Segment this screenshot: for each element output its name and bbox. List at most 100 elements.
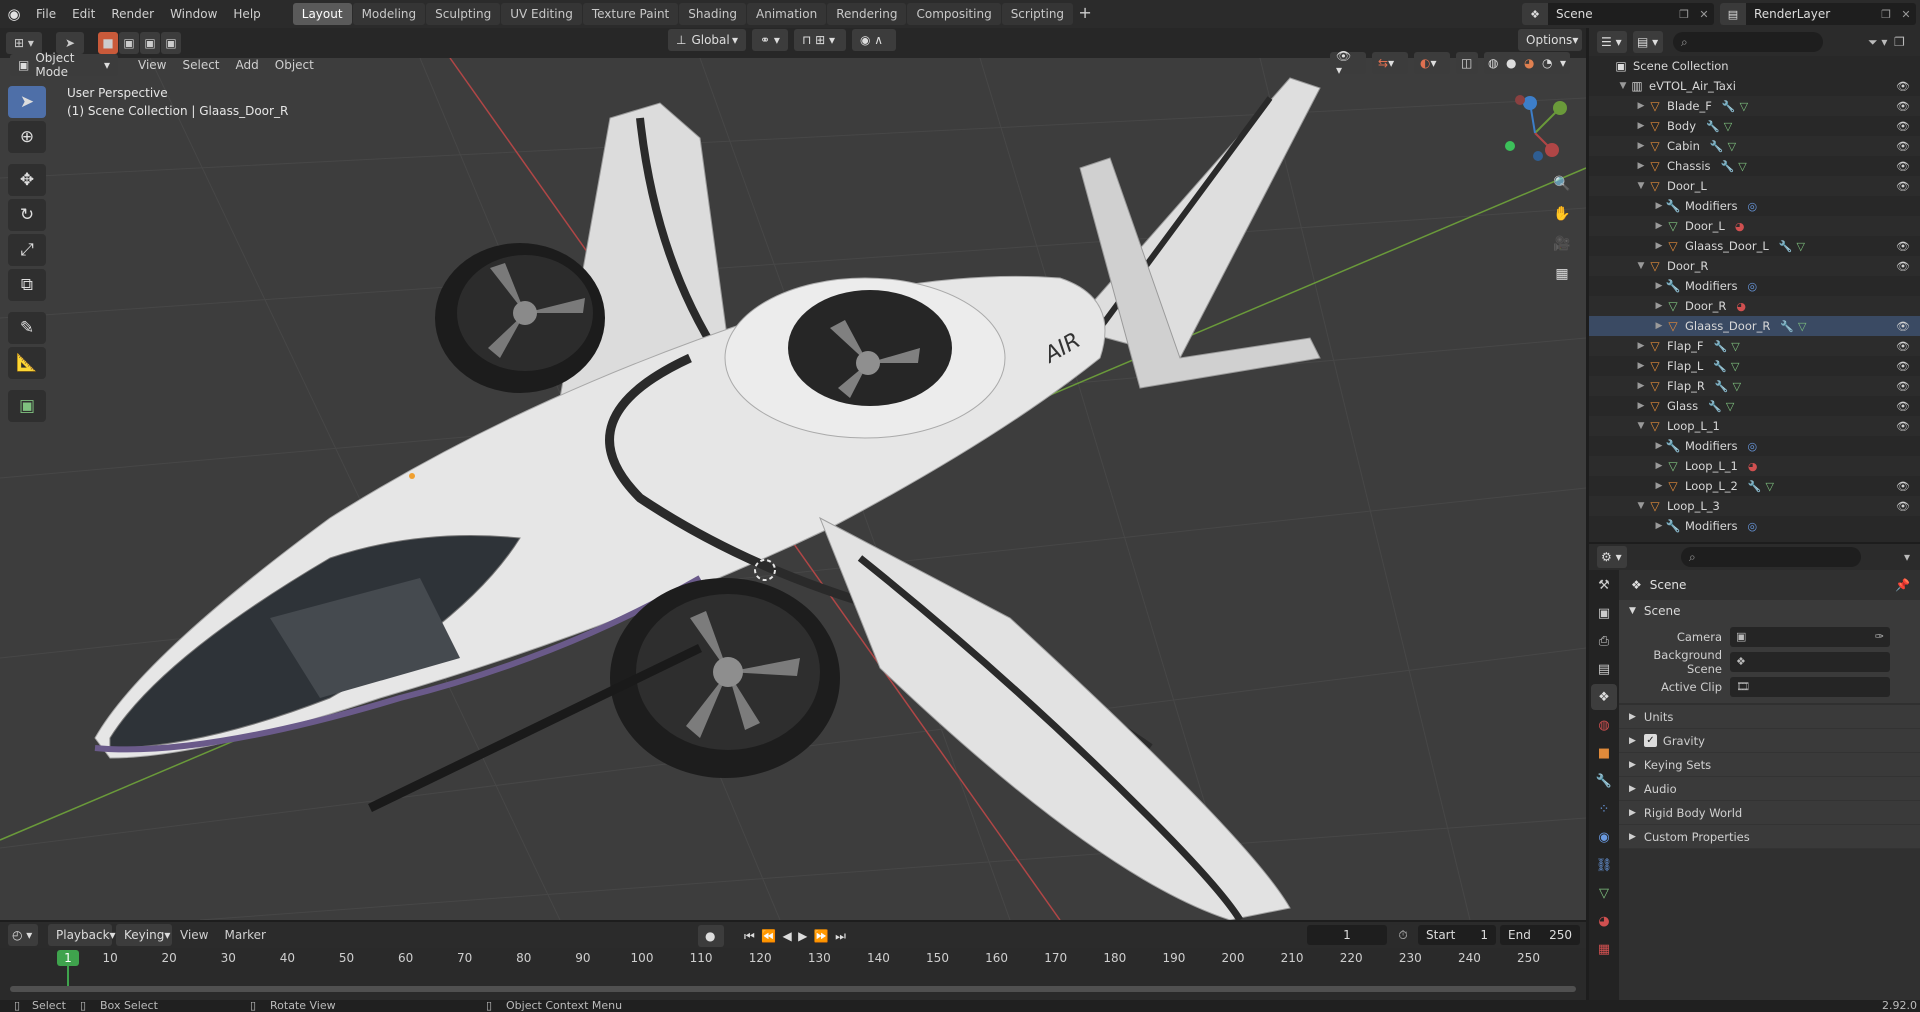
camera-field[interactable]: ▣ ✑ <box>1730 626 1890 647</box>
options-dropdown[interactable]: Options ▾ <box>1518 29 1582 51</box>
material-icon[interactable]: ◕ <box>1748 460 1758 473</box>
expand-closed-icon[interactable]: ▶ <box>1653 321 1665 331</box>
gizmo-dropdown[interactable]: ⇆ ▾ <box>1372 52 1408 74</box>
scale-tool[interactable]: ⤢ <box>8 234 46 266</box>
ortho-toggle-button[interactable]: ▦ <box>1548 260 1576 288</box>
pivot-dropdown[interactable]: ⚭ ▾ <box>752 29 788 51</box>
eye-icon[interactable]: 👁 <box>1896 480 1910 493</box>
outliner-row[interactable]: ▶ 🔧 Modifiers ◎ <box>1589 436 1920 456</box>
expand-closed-icon[interactable]: ▶ <box>1653 241 1665 251</box>
timeline-menu-view[interactable]: View <box>172 928 216 942</box>
eye-icon[interactable]: 👁 <box>1896 380 1910 393</box>
modifier-badge-icon[interactable]: 🔧 <box>1721 160 1735 173</box>
3d-viewport[interactable]: AIR User Perspective (1) Scene Collectio… <box>0 58 1586 920</box>
modifier-badge-icon[interactable]: 🔧 <box>1706 120 1720 133</box>
scene-panel-header[interactable]: ▼ Scene <box>1619 600 1920 622</box>
eye-icon[interactable]: 👁 <box>1896 400 1910 413</box>
custom-properties-panel[interactable]: ▶ Custom Properties <box>1619 825 1920 849</box>
outliner-row[interactable]: ▶ ▽ Cabin 🔧 ▽ 👁 <box>1589 136 1920 156</box>
expand-closed-icon[interactable]: ▶ <box>1653 301 1665 311</box>
expand-closed-icon[interactable]: ▶ <box>1635 121 1647 131</box>
playback-dropdown[interactable]: Playback ▾ <box>48 924 116 946</box>
modifier-badge-icon[interactable]: 🔧 <box>1748 480 1762 493</box>
eye-icon[interactable]: 👁 <box>1896 140 1910 153</box>
tab-texture[interactable]: ▦ <box>1591 936 1617 962</box>
mesh-badge-icon[interactable]: ▽ <box>1733 380 1741 393</box>
background-scene-field[interactable]: ❖ <box>1730 651 1890 672</box>
tab-shading[interactable]: Shading <box>679 3 746 25</box>
expand-closed-icon[interactable]: ▶ <box>1635 341 1647 351</box>
tab-scene[interactable]: ❖ <box>1591 684 1617 710</box>
outliner-row[interactable]: ▶ ▽ Glass 🔧 ▽ 👁 <box>1589 396 1920 416</box>
gizmo-z-axis[interactable] <box>1523 96 1537 110</box>
menu-help[interactable]: Help <box>225 0 268 28</box>
move-tool[interactable]: ✥ <box>8 164 46 196</box>
mesh-badge-icon[interactable]: ▽ <box>1796 240 1804 253</box>
next-keyframe-icon[interactable]: ⏩ <box>814 929 829 943</box>
rigid-body-world-panel[interactable]: ▶ Rigid Body World <box>1619 801 1920 825</box>
tab-output[interactable]: ⎙ <box>1591 628 1617 654</box>
camera-view-button[interactable]: 🎥 <box>1548 230 1576 258</box>
view-layer-selector[interactable]: ▤ RenderLayer ❐ ✕ <box>1720 3 1916 25</box>
menu-window[interactable]: Window <box>162 0 225 28</box>
modifier-stack-icon[interactable]: ◎ <box>1748 280 1758 293</box>
expand-closed-icon[interactable]: ▶ <box>1635 141 1647 151</box>
menu-select[interactable]: Select <box>174 58 227 72</box>
tab-object[interactable]: ■ <box>1591 740 1617 766</box>
navigation-gizmo[interactable] <box>1490 88 1580 178</box>
menu-object[interactable]: Object <box>267 58 322 72</box>
expand-closed-icon[interactable]: ▶ <box>1635 361 1647 371</box>
timeline-scrollbar[interactable] <box>10 986 1576 992</box>
expand-closed-icon[interactable]: ▶ <box>1653 481 1665 491</box>
menu-file[interactable]: File <box>28 0 64 28</box>
outliner-row[interactable]: ▼ ▽ Loop_L_3 👁 <box>1589 496 1920 516</box>
rendered-shading-icon[interactable]: ◔ <box>1542 56 1552 70</box>
menu-render[interactable]: Render <box>103 0 162 28</box>
scene-name[interactable]: Scene <box>1548 7 1601 21</box>
modifier-badge-icon[interactable]: 🔧 <box>1713 360 1727 373</box>
new-collection-icon[interactable]: ❐ <box>1894 35 1914 50</box>
expand-open-icon[interactable]: ▼ <box>1617 81 1629 91</box>
expand-closed-icon[interactable]: ▶ <box>1635 101 1647 111</box>
mesh-badge-icon[interactable]: ▽ <box>1731 360 1739 373</box>
outliner-row[interactable]: ▼ ▽ Door_R 👁 <box>1589 256 1920 276</box>
jump-end-icon[interactable]: ⏭ <box>835 929 846 944</box>
timeline-menu-marker[interactable]: Marker <box>216 928 273 942</box>
modifier-badge-icon[interactable]: 🔧 <box>1715 380 1729 393</box>
eye-icon[interactable]: 👁 <box>1896 240 1910 253</box>
modifier-badge-icon[interactable]: 🔧 <box>1780 320 1794 333</box>
rotate-tool[interactable]: ↻ <box>8 199 46 231</box>
scene-selector[interactable]: ❖ Scene ❐ ✕ <box>1522 3 1714 25</box>
select-box-tool[interactable]: ➤ <box>8 86 46 118</box>
active-clip-field[interactable]: 🎞 <box>1730 676 1890 697</box>
outliner-editor-type[interactable]: ☰ ▾ <box>1597 31 1627 53</box>
outliner-row[interactable]: ▶ ▽ Door_R ◕ <box>1589 296 1920 316</box>
solid-shading-icon[interactable]: ● <box>1506 56 1516 70</box>
mesh-badge-icon[interactable]: ▽ <box>1740 100 1748 113</box>
mode-dropdown[interactable]: ▣ Object Mode ▾ <box>10 51 118 79</box>
properties-editor-type[interactable]: ⚙ ▾ <box>1597 546 1627 568</box>
record-button[interactable]: ● <box>698 925 724 947</box>
transform-tool[interactable]: ⧉ <box>8 269 46 301</box>
outliner-row[interactable]: ▶ ▽ Glaass_Door_R 🔧 ▽ 👁 <box>1589 316 1920 336</box>
expand-closed-icon[interactable]: ▶ <box>1635 161 1647 171</box>
expand-closed-icon[interactable]: ▶ <box>1653 521 1665 531</box>
wireframe-shading-icon[interactable]: ◍ <box>1488 56 1498 70</box>
outliner-search-input[interactable]: ⌕ <box>1673 32 1823 52</box>
proportional-edit[interactable]: ◉ ∧ <box>852 29 896 51</box>
eyedropper-icon[interactable]: ✑ <box>1875 630 1884 643</box>
outliner-row[interactable]: ▶ ▽ Door_L ◕ <box>1589 216 1920 236</box>
units-panel[interactable]: ▶ Units <box>1619 705 1920 729</box>
add-cube-tool[interactable]: ▣ <box>8 390 46 422</box>
outliner-row[interactable]: ▶ ▽ Blade_F 🔧 ▽ 👁 <box>1589 96 1920 116</box>
delete-scene-icon[interactable]: ✕ <box>1694 3 1714 25</box>
tab-tool[interactable]: ⚒ <box>1591 572 1617 598</box>
modifier-badge-icon[interactable]: 🔧 <box>1722 100 1736 113</box>
expand-open-icon[interactable]: ▼ <box>1635 181 1647 191</box>
play-icon[interactable]: ▶ <box>798 929 807 943</box>
start-frame-field[interactable]: Start 1 <box>1418 925 1496 945</box>
outliner-row[interactable]: ▶ 🔧 Modifiers ◎ <box>1589 516 1920 536</box>
timeline[interactable]: 10 20 30 40 50 60 70 80 90 100 110 120 130 140 150 160 1… <box>0 948 1586 1000</box>
playhead[interactable]: 1 <box>57 950 79 966</box>
outliner-row[interactable]: ▶ ▽ Flap_R 🔧 ▽ 👁 <box>1589 376 1920 396</box>
